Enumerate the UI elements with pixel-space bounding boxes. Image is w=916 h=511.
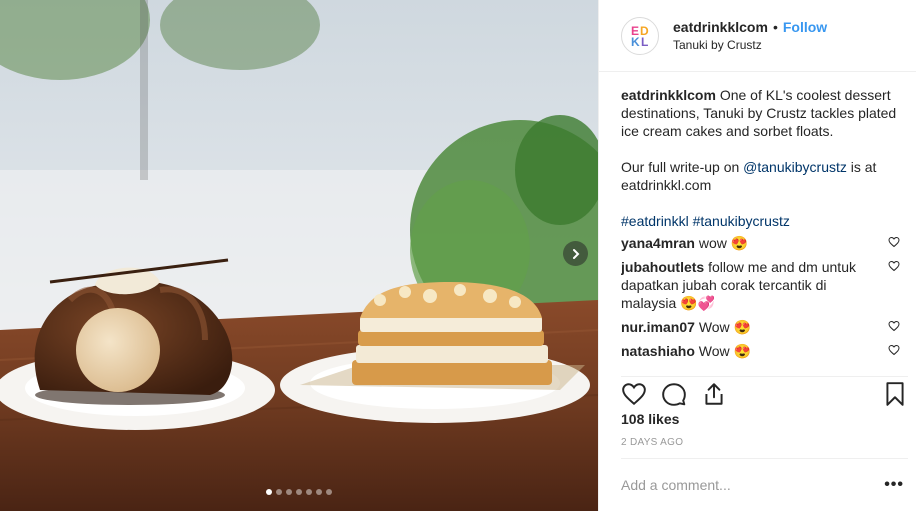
caption-text-2: Our full write-up on xyxy=(621,159,740,175)
carousel-dot xyxy=(266,489,272,495)
header-separator: • xyxy=(772,19,778,35)
add-comment-section: ••• xyxy=(621,458,908,511)
carousel-dot xyxy=(316,489,322,495)
comment-text: wow 😍 xyxy=(698,235,749,251)
dessert-photo xyxy=(0,0,598,511)
mention-link[interactable]: @tanukibycrustz xyxy=(743,159,847,175)
comment-item: jubahoutlets follow me and dm untuk dapa… xyxy=(621,258,900,312)
comment-item: yana4mran wow 😍 xyxy=(621,234,900,252)
carousel-dot xyxy=(286,489,292,495)
comment-item: nur.iman07 Wow 😍 xyxy=(621,318,900,336)
comment-username[interactable]: jubahoutlets xyxy=(621,259,704,275)
heart-icon[interactable] xyxy=(888,260,900,272)
chevron-right-icon xyxy=(572,248,579,259)
hashtag-link[interactable]: #eatdrinkkl xyxy=(621,213,689,229)
carousel-dot xyxy=(306,489,312,495)
comment-username[interactable]: natashiaho xyxy=(621,343,695,359)
comment-input[interactable] xyxy=(621,477,885,493)
post-image[interactable] xyxy=(0,0,598,511)
comment-username[interactable]: nur.iman07 xyxy=(621,319,695,335)
svg-text:L: L xyxy=(641,35,648,49)
comment-item: natashiaho Wow 😍 xyxy=(621,342,900,360)
comment-username[interactable]: yana4mran xyxy=(621,235,695,251)
follow-button[interactable]: Follow xyxy=(783,19,827,35)
heart-icon[interactable] xyxy=(888,344,900,356)
carousel-dot xyxy=(276,489,282,495)
comments-list[interactable]: eatdrinkklcom One of KL's coolest desser… xyxy=(621,86,900,368)
action-bar xyxy=(621,376,908,406)
avatar[interactable]: E D K L xyxy=(621,16,659,55)
post-header: E D K L eatdrinkklcom • Follow Tanuki by… xyxy=(599,0,916,72)
heart-icon[interactable] xyxy=(621,381,647,407)
heart-icon[interactable] xyxy=(888,236,900,248)
carousel-dot xyxy=(326,489,332,495)
instagram-post: E D K L eatdrinkklcom • Follow Tanuki by… xyxy=(0,0,916,511)
heart-icon[interactable] xyxy=(888,320,900,332)
comment-text: Wow 😍 xyxy=(698,319,751,335)
carousel-dot xyxy=(296,489,302,495)
hashtag-link[interactable]: #tanukibycrustz xyxy=(693,213,790,229)
post-sidebar: E D K L eatdrinkklcom • Follow Tanuki by… xyxy=(598,0,916,511)
edkl-logo: E D K L xyxy=(631,24,649,49)
more-options-button[interactable]: ••• xyxy=(884,476,908,494)
carousel-next-button[interactable] xyxy=(563,241,588,266)
caption: eatdrinkklcom One of KL's coolest desser… xyxy=(621,86,900,230)
header-username[interactable]: eatdrinkklcom xyxy=(673,19,768,35)
comment-text: Wow 😍 xyxy=(698,343,751,359)
location-link[interactable]: Tanuki by Crustz xyxy=(673,38,827,52)
like-count[interactable]: 108 likes xyxy=(621,411,679,427)
bookmark-icon[interactable] xyxy=(882,381,908,407)
share-icon[interactable] xyxy=(701,381,727,407)
post-timestamp[interactable]: 2 DAYS AGO xyxy=(621,437,683,448)
svg-text:K: K xyxy=(631,35,640,49)
caption-username[interactable]: eatdrinkklcom xyxy=(621,87,716,103)
comment-icon[interactable] xyxy=(661,381,687,407)
carousel-indicator xyxy=(0,489,598,495)
